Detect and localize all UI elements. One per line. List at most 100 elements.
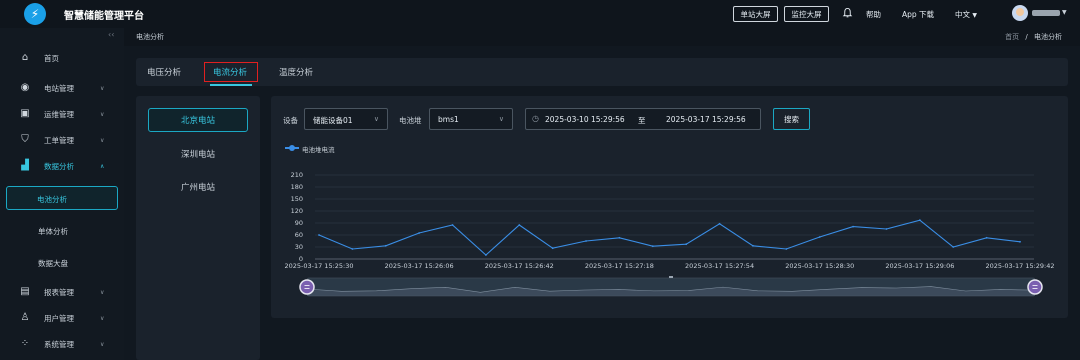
avatar[interactable] <box>1012 5 1028 21</box>
app-download-link[interactable]: App 下载 <box>902 9 934 20</box>
single-screen-button[interactable]: 单站大屏 <box>733 6 778 22</box>
username-redacted <box>1032 10 1060 16</box>
language-select[interactable]: 中文 ▼ <box>955 9 977 20</box>
data-point <box>551 247 554 250</box>
sidebar-item-label: 单体分析 <box>38 227 68 236</box>
data-point <box>752 244 754 247</box>
y-tick-label: 180 <box>291 183 303 191</box>
x-tick-label: 2025-03-17 15:26:42 <box>485 262 554 270</box>
station-item-beijing[interactable]: 北京电站 <box>148 108 248 132</box>
data-point <box>618 236 621 239</box>
tab-voltage[interactable]: 电压分析 <box>147 66 181 78</box>
sidebar-subitem-data-dashboard[interactable]: 数据大盘 <box>0 252 124 274</box>
chevron-down-icon: ∨ <box>100 340 105 348</box>
data-point <box>685 243 688 246</box>
chevron-down-icon: ▼ <box>972 12 978 19</box>
x-tick-label: 2025-03-17 15:29:06 <box>885 262 954 270</box>
y-tick-label: 120 <box>291 207 303 215</box>
data-point <box>952 246 955 248</box>
x-tick-label: 2025-03-17 15:25:30 <box>284 262 353 270</box>
data-point <box>918 219 921 222</box>
data-point <box>518 224 521 226</box>
chevron-down-icon: ∨ <box>100 288 105 296</box>
sidebar-item-data-analysis[interactable]: ▟ 数据分析 ∧ <box>0 156 124 176</box>
user-icon: ♙ <box>20 312 30 323</box>
datazoom-center-handle <box>669 276 673 278</box>
breadcrumb-home[interactable]: 首页 <box>1005 33 1019 41</box>
sidebar-item-label: 运维管理 <box>44 109 74 119</box>
data-point <box>485 254 487 256</box>
sidebar-item-label: 数据分析 <box>44 161 74 171</box>
workorder-icon: ⛉ <box>21 134 29 145</box>
sidebar-item-label: 电站管理 <box>44 83 74 93</box>
data-point <box>418 232 421 234</box>
chart-panel: 设备 储能设备01 ∨ 电池堆 bms1 ∨ ◷ 2025-03-10 15:2… <box>271 96 1068 318</box>
monitor-screen-button[interactable]: 监控大屏 <box>784 6 829 22</box>
sidebar-item-label: 系统管理 <box>44 339 74 349</box>
chart-icon: ▟ <box>21 160 29 171</box>
sidebar-item-label: 用户管理 <box>44 313 74 323</box>
collapse-icon[interactable]: ‹‹ <box>108 30 114 39</box>
data-point <box>451 224 454 226</box>
sidebar-subitem-battery-analysis[interactable]: 电池分析 <box>6 186 118 210</box>
page-title: 电池分析 <box>136 33 164 41</box>
chevron-down-icon: ∨ <box>100 136 105 144</box>
bell-icon[interactable] <box>842 7 853 19</box>
x-tick-label: 2025-03-17 15:27:18 <box>585 262 654 270</box>
data-point <box>384 244 387 247</box>
current-line-chart: 03060901201501802102025-03-17 15:25:30 20… <box>284 171 1055 297</box>
station-icon: ◉ <box>20 82 30 93</box>
language-label: 中文 <box>955 10 970 19</box>
sidebar-item-label: 报表管理 <box>44 287 74 297</box>
system-icon: ⁘ <box>20 338 30 349</box>
sidebar-item-station[interactable]: ◉ 电站管理 ∨ <box>0 78 124 98</box>
analysis-tabs: 电压分析 电流分析 温度分析 <box>136 58 1068 86</box>
tab-active-underline <box>210 84 252 86</box>
data-point <box>651 245 654 248</box>
help-link[interactable]: 帮助 <box>866 9 881 20</box>
sidebar: ‹‹ ⌂ 首页 ◉ 电站管理 ∨ ▣ 运维管理 ∨ ⛉ 工单管理 ∨ ▟ 数据分… <box>0 28 124 360</box>
x-tick-label: 2025-03-17 15:29:42 <box>985 262 1054 270</box>
breadcrumb-trail: 首页 / 电池分析 <box>1005 32 1062 42</box>
station-list: 北京电站 深圳电站 广州电站 <box>136 96 260 360</box>
tab-temperature[interactable]: 温度分析 <box>279 66 313 78</box>
y-tick-label: 210 <box>291 171 303 179</box>
station-item-shenzhen[interactable]: 深圳电站 <box>148 142 248 166</box>
station-item-guangzhou[interactable]: 广州电站 <box>148 175 248 199</box>
lightning-icon: ⚡ <box>24 3 46 25</box>
x-tick-label: 2025-03-17 15:28:30 <box>785 262 854 270</box>
sidebar-item-workorder[interactable]: ⛉ 工单管理 ∨ <box>0 130 124 150</box>
series-line <box>318 219 1021 256</box>
chevron-down-icon: ∨ <box>100 110 105 118</box>
y-tick-label: 150 <box>291 195 303 203</box>
chevron-down-icon[interactable]: ▼ <box>1062 9 1067 16</box>
x-tick-label: 2025-03-17 15:26:06 <box>385 262 454 270</box>
data-point <box>785 248 788 250</box>
datazoom-right-handle[interactable] <box>1027 279 1043 295</box>
data-point <box>718 222 721 225</box>
data-point <box>585 240 587 242</box>
sidebar-item-label: 首页 <box>44 53 59 63</box>
data-point <box>885 228 888 230</box>
sidebar-item-report[interactable]: ▤ 报表管理 ∨ <box>0 282 124 302</box>
chevron-down-icon: ∨ <box>100 314 105 322</box>
maintenance-icon: ▣ <box>20 108 30 119</box>
app-title: 智慧储能管理平台 <box>64 11 144 22</box>
data-point <box>852 225 854 228</box>
sidebar-item-label: 工单管理 <box>44 135 74 145</box>
tab-current[interactable]: 电流分析 <box>213 66 247 78</box>
breadcrumb-separator: / <box>1025 33 1028 41</box>
data-point <box>351 248 354 250</box>
sidebar-item-label: 电池分析 <box>37 195 67 204</box>
data-point <box>318 234 320 236</box>
data-point <box>985 236 988 239</box>
datazoom-left-handle[interactable] <box>299 279 315 295</box>
sidebar-subitem-cell-analysis[interactable]: 单体分析 <box>0 220 124 242</box>
sidebar-item-maintenance[interactable]: ▣ 运维管理 ∨ <box>0 104 124 124</box>
chevron-up-icon: ∧ <box>100 162 105 170</box>
data-point <box>1019 240 1021 243</box>
top-bar: ⚡ 智慧储能管理平台 单站大屏 监控大屏 帮助 App 下载 中文 ▼ ▼ <box>0 0 1080 28</box>
sidebar-item-system[interactable]: ⁘ 系统管理 ∨ <box>0 334 124 354</box>
sidebar-item-user[interactable]: ♙ 用户管理 ∨ <box>0 308 124 328</box>
sidebar-item-home[interactable]: ⌂ 首页 <box>0 48 124 68</box>
